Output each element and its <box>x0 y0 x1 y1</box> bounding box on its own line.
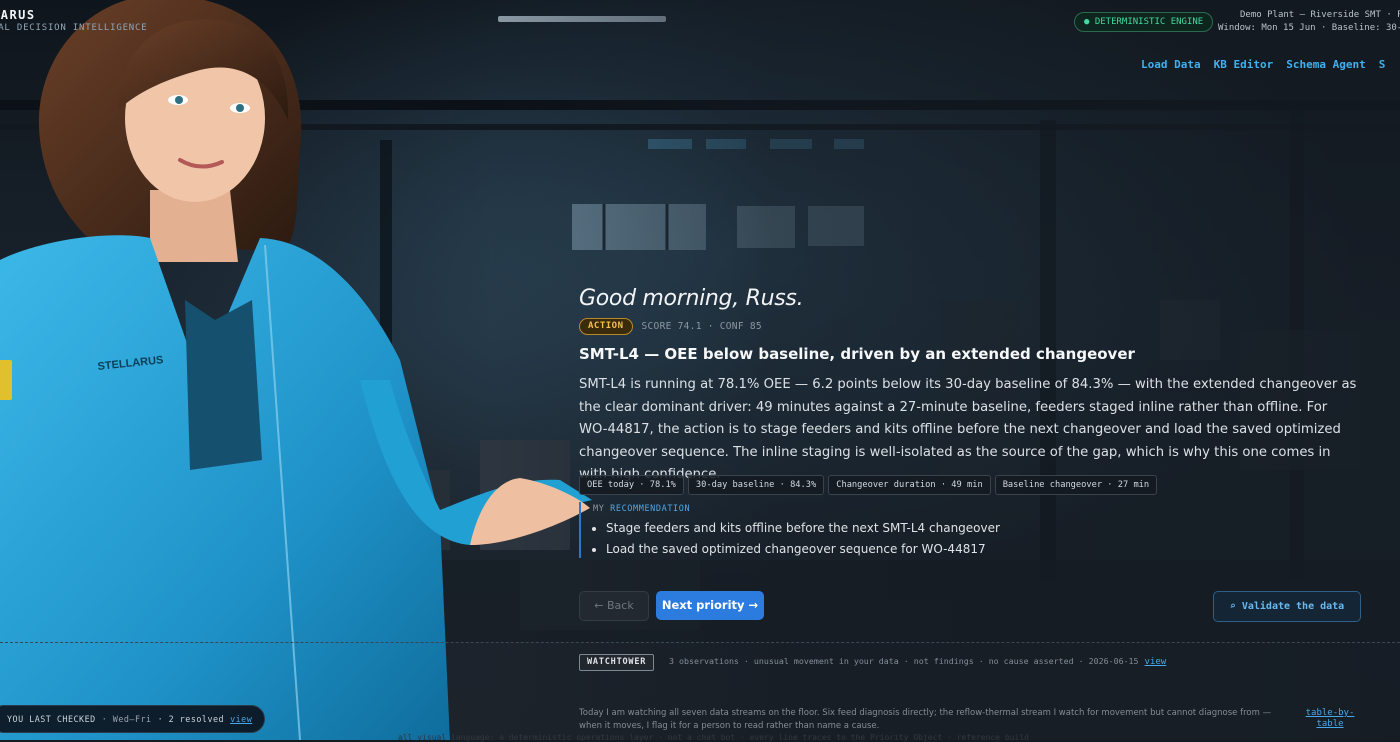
metric-chip-changeover-duration: Changeover duration · 49 min <box>828 475 991 495</box>
metric-chips: OEE today · 78.1% 30-day baseline · 84.3… <box>579 475 1161 495</box>
last-checked-pill[interactable]: YOU LAST CHECKED · Wed–Fri · 2 resolved vie… <box>0 705 266 733</box>
recommendation-item: Load the saved optimized changeover sequ… <box>606 539 1000 560</box>
back-button[interactable]: ← Back <box>579 591 649 621</box>
recommendation-block: MY RECOMMENDATION Stage feeders and kits… <box>579 502 1000 558</box>
brand-name: LARUS <box>0 8 36 22</box>
watchtower-summary: 3 observations · unusual movement in you… <box>669 656 1166 667</box>
recommendation-list: Stage feeders and kits offline before th… <box>593 518 1000 560</box>
metric-chip-baseline: 30-day baseline · 84.3% <box>687 475 825 495</box>
nav-more[interactable]: S <box>1379 58 1386 71</box>
action-badge: ACTION <box>579 318 633 335</box>
metric-chip-oee-today: OEE today · 78.1% <box>579 475 684 495</box>
section-divider <box>0 642 1400 643</box>
next-priority-button[interactable]: Next priority → <box>656 591 764 620</box>
nav-schema-agent[interactable]: Schema Agent <box>1286 58 1365 71</box>
engine-status-badge: ● DETERMINISTIC ENGINE <box>1074 12 1214 32</box>
nav-load-data[interactable]: Load Data <box>1141 58 1201 71</box>
greeting: Good morning, Russ. <box>579 286 804 311</box>
footer-ghost-text: all visual language: a deterministic ope… <box>398 733 1029 742</box>
watchtower-summary-text: 3 observations · unusual movement in you… <box>669 656 1139 666</box>
score-confidence: SCORE 74.1 · CONF 85 <box>641 321 762 332</box>
validate-data-button[interactable]: ⌕ Validate the data <box>1213 591 1361 622</box>
factory-background-scene: STELLARUS <box>0 0 1400 740</box>
table-by-table-link[interactable]: table-by- table <box>1295 708 1365 730</box>
brand-logo: LARUS NAL DECISION INTELLIGENCE <box>0 8 147 33</box>
last-checked-resolved: · 2 resolved <box>157 714 225 724</box>
recommendation-heading: MY RECOMMENDATION <box>593 502 1000 516</box>
priority-badge-row: ACTION SCORE 74.1 · CONF 85 <box>579 318 762 335</box>
recommendation-label: RECOMMENDATION <box>610 504 691 514</box>
priority-headline: SMT-L4 — OEE below baseline, driven by a… <box>579 345 1135 363</box>
last-checked-days: · Wed–Fri <box>101 714 152 724</box>
plant-meta: Demo Plant — Riverside SMT · PL Window: … <box>1218 9 1400 35</box>
last-checked-label: YOU LAST CHECKED <box>7 714 96 724</box>
watchtower-label: WATCHTOWER <box>579 654 655 671</box>
recommendation-item: Stage feeders and kits offline before th… <box>606 518 1000 539</box>
priority-explanation: SMT-L4 is running at 78.1% OEE — 6.2 poi… <box>579 377 1357 482</box>
metric-chip-baseline-changeover: Baseline changeover · 27 min <box>994 475 1158 495</box>
plant-meta-line1: Demo Plant — Riverside SMT · PL <box>1240 10 1400 20</box>
last-checked-view-link[interactable]: view <box>230 714 252 724</box>
recommendation-my: MY <box>593 504 605 514</box>
plant-meta-line2: Window: Mon 15 Jun · Baseline: 30-da <box>1218 23 1400 33</box>
table-link-line2: table <box>1316 719 1344 729</box>
watchtower-view-link[interactable]: view <box>1145 657 1167 667</box>
table-link-line1: table-by- <box>1305 708 1355 718</box>
watch-streams-note: Today I am watching all seven data strea… <box>579 708 1272 731</box>
top-navigation: Load Data KB Editor Schema Agent S <box>1141 53 1398 72</box>
nav-kb-editor[interactable]: KB Editor <box>1214 58 1274 71</box>
brand-subtitle: NAL DECISION INTELLIGENCE <box>0 23 148 33</box>
